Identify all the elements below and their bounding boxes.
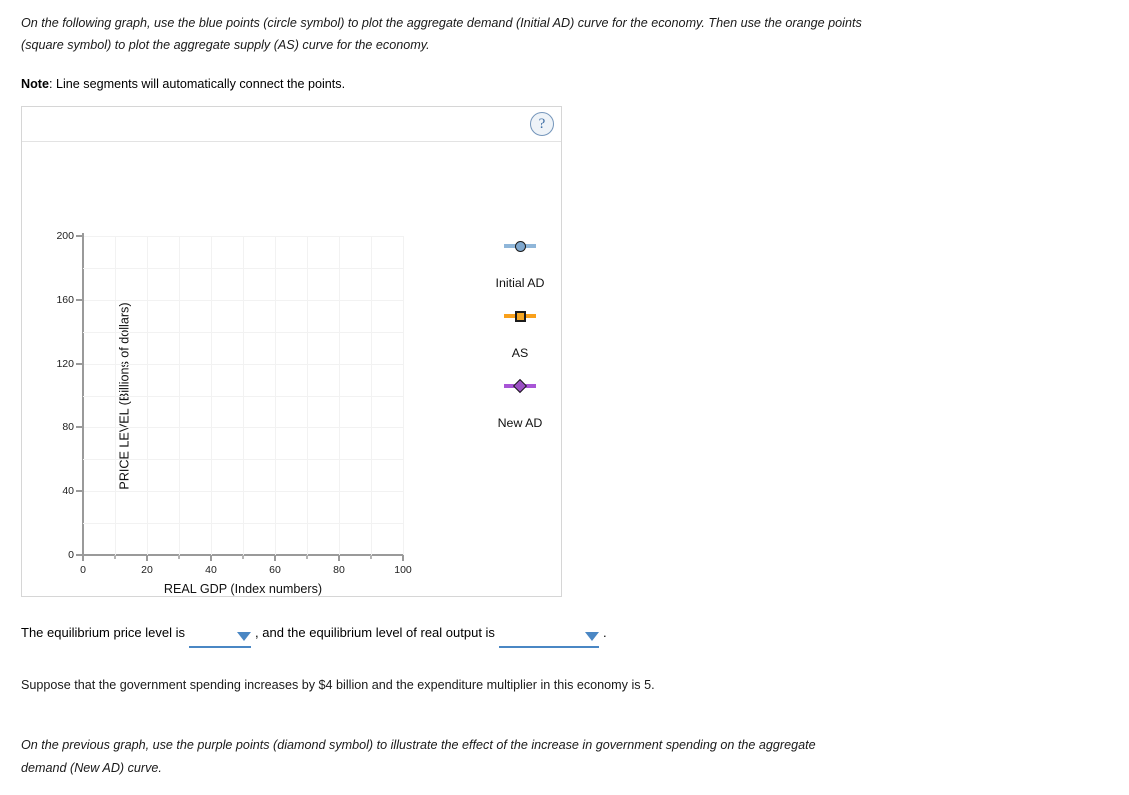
x-axis-tick-label: 40	[205, 564, 217, 576]
note-text: : Line segments will automatically conne…	[49, 77, 346, 91]
note-block: Note: Line segments will automatically c…	[21, 75, 345, 93]
legend-marker-as	[465, 306, 575, 326]
x-axis-tick	[338, 555, 340, 561]
chart-legend: Initial AD AS New AD	[465, 236, 575, 446]
x-axis-tick	[274, 555, 276, 561]
y-axis-line	[82, 233, 84, 556]
plot-stage[interactable]: PRICE LEVEL (Billions of dollars) REAL G…	[22, 142, 561, 596]
answer-text-middle: , and the equilibrium level of real outp…	[255, 625, 495, 640]
legend-marker-initial-ad	[465, 236, 575, 256]
y-axis-tick	[76, 490, 84, 493]
x-axis-tick	[146, 555, 148, 561]
legend-marker-new-ad	[465, 376, 575, 396]
x-axis-tick	[402, 555, 404, 561]
chart-plot-area[interactable]: PRICE LEVEL (Billions of dollars) REAL G…	[56, 230, 411, 596]
price-level-dropdown[interactable]	[189, 628, 252, 648]
x-axis-tick-label: 60	[269, 564, 281, 576]
purple-points-line-1: On the previous graph, use the purple po…	[21, 738, 816, 752]
suppose-paragraph: Suppose that the government spending inc…	[21, 678, 655, 692]
gridline-horizontal	[83, 331, 403, 333]
gridline-horizontal	[83, 395, 403, 397]
y-axis-tick-label: 160	[56, 293, 74, 306]
y-axis-tick	[76, 298, 84, 301]
chevron-down-icon	[584, 631, 599, 641]
graph-toolbar: ?	[22, 107, 561, 142]
x-axis-tick-label: 80	[333, 564, 345, 576]
y-axis-tick-label: 80	[62, 421, 74, 434]
graph-widget[interactable]: ? PRICE LEVEL (Billions of dollars) REAL…	[21, 106, 562, 597]
gridline-horizontal	[83, 236, 403, 237]
gridline-horizontal	[83, 267, 403, 269]
x-axis-minor-tick	[114, 555, 116, 559]
note-label: Note	[21, 77, 49, 91]
y-axis-tick-label: 0	[68, 549, 74, 561]
legend-label-initial-ad: Initial AD	[495, 276, 545, 290]
y-axis-tick-label: 40	[62, 485, 74, 498]
equilibrium-answer-row: The equilibrium price level is , and the…	[21, 625, 607, 648]
x-axis-minor-tick	[242, 555, 244, 559]
legend-label-new-ad: New AD	[497, 416, 543, 430]
gridline-horizontal	[83, 459, 403, 461]
x-axis-tick-label: 20	[141, 564, 153, 576]
x-axis-tick	[210, 555, 212, 561]
help-icon[interactable]: ?	[530, 112, 554, 136]
purple-points-paragraph: On the previous graph, use the purple po…	[21, 734, 901, 780]
gridline-vertical	[403, 236, 404, 555]
gridline-horizontal	[83, 491, 403, 493]
x-axis-minor-tick	[306, 555, 308, 559]
x-axis-minor-tick	[370, 555, 372, 559]
purple-points-line-2: demand (New AD) curve.	[21, 761, 162, 775]
y-axis-tick	[76, 554, 84, 556]
y-axis-tick	[76, 426, 84, 429]
legend-label-as: AS	[511, 346, 529, 360]
instruction-block: On the following graph, use the blue poi…	[21, 12, 941, 56]
gridline-horizontal	[83, 299, 403, 301]
x-axis-title: REAL GDP (Index numbers)	[163, 582, 323, 596]
instruction-line-1: On the following graph, use the blue poi…	[21, 16, 862, 30]
gridline-horizontal	[83, 523, 403, 525]
answer-text-before: The equilibrium price level is	[21, 625, 186, 640]
legend-entry-as: AS	[465, 306, 575, 376]
y-axis-tick-label: 120	[56, 357, 74, 370]
instruction-line-2: (square symbol) to plot the aggregate su…	[21, 38, 430, 52]
legend-entry-initial-ad: Initial AD	[465, 236, 575, 306]
real-output-dropdown[interactable]	[498, 628, 599, 648]
circle-icon	[514, 240, 526, 252]
gridline-horizontal	[83, 363, 403, 365]
legend-entry-new-ad: New AD	[465, 376, 575, 446]
square-icon	[514, 310, 526, 322]
diamond-icon	[512, 378, 528, 394]
y-axis-tick-label: 200	[56, 230, 74, 242]
x-axis-minor-tick	[178, 555, 180, 559]
x-axis-tick-label: 0	[80, 564, 86, 576]
x-axis-tick-label: 100	[394, 564, 412, 576]
gridline-horizontal	[83, 427, 403, 429]
chevron-down-icon	[237, 631, 252, 641]
y-axis-tick	[76, 235, 84, 237]
y-axis-tick	[76, 362, 84, 365]
answer-text-after: .	[602, 625, 607, 640]
